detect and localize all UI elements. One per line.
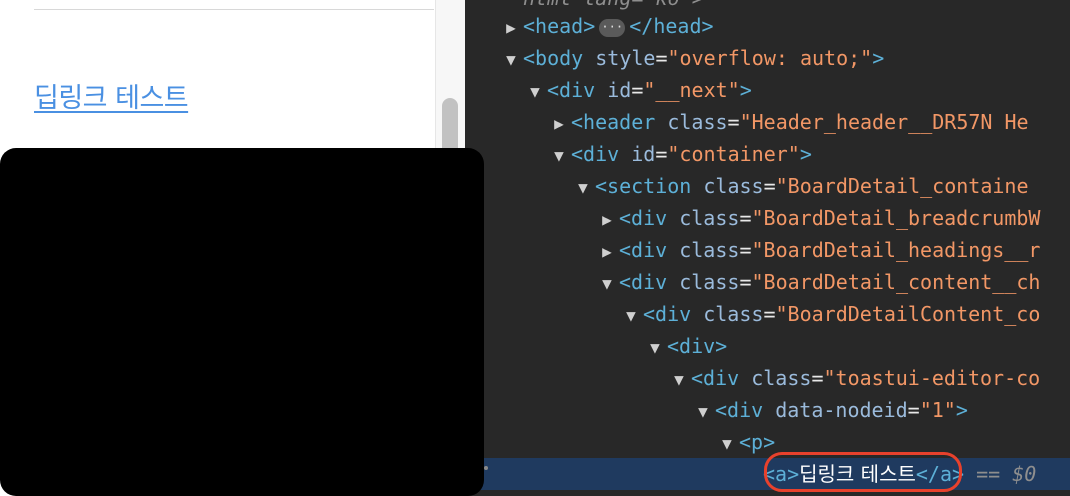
dom-token: <head>: [523, 14, 596, 38]
dom-token: <div: [643, 302, 704, 326]
collapsed-triangle-icon[interactable]: ▶: [595, 236, 619, 268]
deeplink-test-link[interactable]: 딥링크 테스트: [34, 76, 189, 115]
expanded-triangle-icon[interactable]: ▼: [667, 364, 691, 396]
dom-token: class: [703, 174, 764, 198]
dom-token: "Header_header__DR57N He: [739, 110, 1029, 134]
divider: [34, 9, 434, 10]
dom-token: "BoardDetailContent_co: [775, 302, 1041, 326]
dom-token: =: [763, 302, 776, 326]
dom-token: style: [595, 46, 656, 70]
dom-token: =: [811, 366, 824, 390]
dom-token: =: [631, 78, 644, 102]
dom-token: =: [739, 270, 752, 294]
dom-token: <div: [715, 398, 776, 422]
dom-token: class: [751, 366, 812, 390]
dom-token: "overflow: auto;": [667, 46, 873, 70]
dom-token: class: [679, 206, 740, 230]
devtools-elements-panel: html lang="ko">▶<head>···</head>▼<body s…: [465, 0, 1070, 496]
dom-node-breadcrumb[interactable]: ▶ <div class="BoardDetail_breadcrumbW: [465, 202, 1070, 234]
dom-token: =: [907, 398, 920, 422]
dom-node-container[interactable]: ▼ <div id="container">: [465, 138, 1070, 170]
dom-token: "BoardDetail_containe: [775, 174, 1029, 198]
dom-token: id: [607, 78, 632, 102]
dom-token: >: [872, 46, 885, 70]
dom-token: <div: [619, 206, 680, 230]
dom-token: "BoardDetail_breadcrumbW: [751, 206, 1041, 230]
dom-token: class: [679, 238, 740, 262]
dom-node-nodeid[interactable]: ▼ <div data-nodeid="1">: [465, 394, 1070, 426]
expanded-triangle-icon[interactable]: ▼: [715, 428, 739, 460]
dom-node-headings[interactable]: ▶ <div class="BoardDetail_headings__r: [465, 234, 1070, 266]
dom-node-p[interactable]: ▼ <p>: [465, 426, 1070, 458]
dom-node-bdcontent[interactable]: ▼ <div class="BoardDetailContent_co: [465, 298, 1070, 330]
collapsed-triangle-icon[interactable]: ▶: [547, 108, 571, 140]
expanded-triangle-icon[interactable]: ▼: [619, 300, 643, 332]
expanded-triangle-icon[interactable]: ▼: [571, 172, 595, 204]
dom-token: <div>: [667, 334, 728, 358]
dom-token: >: [799, 142, 812, 166]
dom-token: =: [655, 142, 668, 166]
dom-node-body[interactable]: ▼ <body style="overflow: auto;">: [465, 42, 1070, 74]
expanded-triangle-icon[interactable]: ▼: [595, 268, 619, 300]
gutter-dot: [484, 466, 488, 470]
dom-token: </head>: [629, 14, 714, 38]
dom-token: id: [631, 142, 656, 166]
dom-token: <div: [571, 142, 632, 166]
dom-node-toastui[interactable]: ▼ <div class="toastui-editor-co: [465, 362, 1070, 394]
dom-token: class: [667, 110, 728, 134]
dom-token: <div: [691, 366, 752, 390]
dom-node-header[interactable]: ▶ <header class="Header_header__DR57N He: [465, 106, 1070, 138]
expanded-triangle-icon[interactable]: ▼: [691, 396, 715, 428]
dom-token: =: [739, 206, 752, 230]
dom-node-content[interactable]: ▼ <div class="BoardDetail_content__ch: [465, 266, 1070, 298]
expanded-triangle-icon[interactable]: ▼: [547, 140, 571, 172]
selected-node-highlight: [764, 452, 962, 492]
dom-token: class: [679, 270, 740, 294]
collapsed-triangle-icon[interactable]: ▶: [595, 204, 619, 236]
dom-token: "__next": [643, 78, 740, 102]
dom-token: <div: [619, 238, 680, 262]
dom-token: class: [703, 302, 764, 326]
dom-token: data-nodeid: [775, 398, 908, 422]
dom-token: >: [739, 78, 752, 102]
dom-token: <div: [547, 78, 608, 102]
dom-token: <section: [595, 174, 704, 198]
dom-token: <div: [619, 270, 680, 294]
dom-node-section[interactable]: ▼ <section class="BoardDetail_containe: [465, 170, 1070, 202]
collapsed-content-badge[interactable]: ···: [599, 18, 626, 37]
collapsed-triangle-icon[interactable]: ▶: [499, 12, 523, 44]
dom-token: =: [739, 238, 752, 262]
dom-token: =: [655, 46, 668, 70]
dom-token: "1": [919, 398, 956, 422]
dom-token: "BoardDetail_headings__r: [751, 238, 1041, 262]
dom-token: html lang="ko">: [523, 0, 704, 10]
dom-token: "container": [667, 142, 800, 166]
dom-token: "BoardDetail_content__ch: [751, 270, 1041, 294]
dom-token: == $0: [964, 462, 1037, 486]
expanded-triangle-icon[interactable]: ▼: [499, 44, 523, 76]
expanded-triangle-icon[interactable]: ▼: [643, 332, 667, 364]
expanded-triangle-icon[interactable]: ▼: [523, 76, 547, 108]
dom-token: =: [763, 174, 776, 198]
dom-token: <body: [523, 46, 596, 70]
dom-node-next[interactable]: ▼ <div id="__next">: [465, 74, 1070, 106]
dom-token: =: [727, 110, 740, 134]
dom-token: >: [955, 398, 968, 422]
dom-node-plaindiv[interactable]: ▼ <div>: [465, 330, 1070, 362]
dom-token: <p>: [739, 430, 776, 454]
dom-node-head[interactable]: ▶ <head> ··· </head>: [465, 10, 1070, 42]
redacted-block: [0, 148, 484, 496]
dom-token: "toastui-editor-co: [823, 366, 1041, 390]
dom-token: <header: [571, 110, 668, 134]
